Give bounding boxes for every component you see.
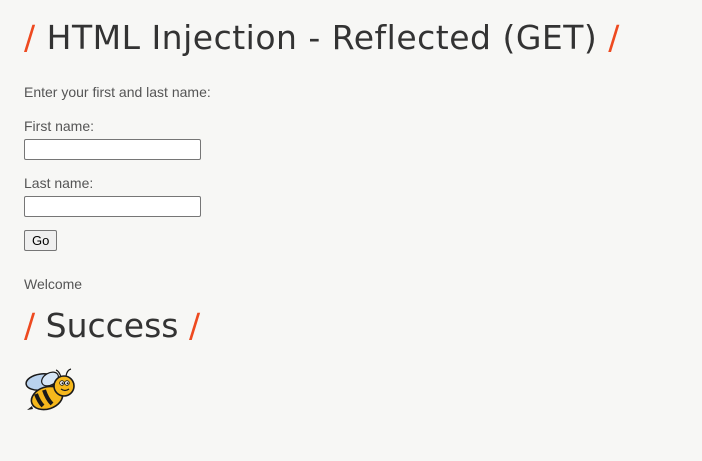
- last-name-label: Last name:: [24, 175, 94, 191]
- bee-icon: [25, 368, 75, 411]
- welcome-text: Welcome: [24, 276, 83, 292]
- title-slash-right: /: [608, 18, 620, 57]
- success-heading: / Success /: [24, 304, 200, 348]
- first-name-label: First name:: [24, 118, 95, 134]
- success-slash-right: /: [188, 306, 201, 345]
- first-name-input[interactable]: [24, 139, 201, 160]
- title-text: HTML Injection - Reflected (GET): [46, 18, 598, 57]
- form-intro: Enter your first and last name:: [24, 84, 211, 100]
- last-name-input[interactable]: [24, 196, 201, 217]
- go-button[interactable]: Go: [24, 230, 58, 251]
- title-slash-left: /: [24, 18, 36, 57]
- success-slash-left: /: [24, 306, 36, 345]
- success-text: Success: [45, 306, 179, 345]
- page-title: / HTML Injection - Reflected (GET) /: [24, 14, 620, 62]
